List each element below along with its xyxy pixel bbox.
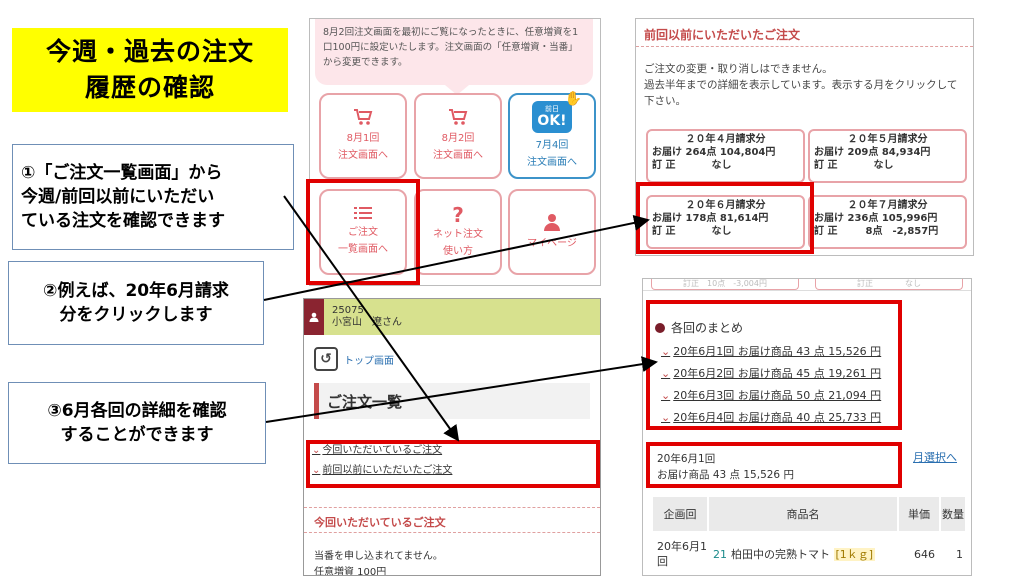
- highlight-june-card: [636, 182, 814, 254]
- tile-label: 7月4回: [535, 140, 569, 151]
- badge-big-text: OK!: [537, 113, 567, 129]
- month-title: ２０年５月請求分: [847, 134, 928, 145]
- back-row: ↺ トップ画面: [304, 335, 600, 371]
- investment-status: 任意増資 100円: [314, 567, 387, 576]
- top-page-link[interactable]: トップ画面: [344, 352, 394, 367]
- avatar: [304, 299, 324, 335]
- highlight-selected-round: [646, 442, 902, 488]
- month-title: ２０年７月請求分: [847, 200, 928, 211]
- step2-line1: ②例えば、20年6月請求: [43, 281, 229, 301]
- cart-icon: [354, 109, 373, 125]
- corr-value: なし: [711, 160, 732, 171]
- month-correction: 訂 正 なし: [652, 159, 799, 172]
- table-header-row: 企画回 商品名 単価 数量: [651, 495, 967, 533]
- month-card-may[interactable]: ２０年５月請求分 お届け 209点 84,934円 訂 正 なし: [808, 129, 967, 183]
- cell-qty: 1: [939, 531, 967, 575]
- step1-line3: ている注文を確認できます: [21, 211, 225, 231]
- cell-price: 646: [897, 531, 941, 575]
- tile-label: 注文画面へ: [338, 150, 388, 161]
- corr-label: 訂 正: [814, 160, 838, 171]
- tutorial-title: 今週・過去の注文 履歴の確認: [12, 28, 288, 112]
- back-icon[interactable]: ↺: [314, 347, 338, 371]
- month-card-jul[interactable]: ２０年７月請求分 お届け 236点 105,996円 訂 正 8点 -2,857円: [808, 195, 967, 249]
- tile-label: ネット注文: [433, 229, 483, 240]
- month-title: ２０年４月請求分: [685, 134, 766, 145]
- cart-icon: [449, 109, 468, 125]
- highlight-round-summary: [646, 300, 902, 430]
- order-list-heading: ご注文一覧: [314, 383, 590, 419]
- notice-bubble: 8月2回注文画面を最初にご覧になったときに、任意増資を1口100円に設定いたしま…: [315, 19, 593, 95]
- highlight-order-links: [306, 440, 600, 488]
- col-header: 商品名: [707, 495, 899, 533]
- tile-label: 使い方: [443, 246, 473, 257]
- order-list-panel: 25075 小宮山 遼さん ↺ トップ画面 ご注文一覧 ⌄ 今回いただいているご注…: [303, 298, 601, 576]
- user-info: 25075 小宮山 遼さん: [324, 305, 402, 329]
- stub-card: 訂正 なし: [815, 279, 963, 290]
- corr-label: 訂 正: [814, 226, 838, 237]
- ok-badge-icon: 前日 OK! ✋: [532, 91, 582, 133]
- tile-order-aug-1[interactable]: 8月1回 注文画面へ: [319, 93, 407, 179]
- user-bar: 25075 小宮山 遼さん: [304, 299, 600, 335]
- previous-cards-stub: 訂正 10点 -3,004円 訂正 なし: [643, 279, 971, 291]
- tile-label: 注文画面へ: [433, 150, 483, 161]
- tutorial-title-line1: 今週・過去の注文: [45, 37, 254, 66]
- user-name: 小宮山 遼さん: [332, 317, 402, 328]
- step1-line1: ①「ご注文一覧画面」から: [21, 163, 223, 183]
- tile-order-aug-2[interactable]: 8月2回 注文画面へ: [414, 93, 502, 179]
- product-unit: [1ｋｇ]: [833, 548, 876, 561]
- highlight-order-list-tile: [306, 179, 420, 285]
- tile-label: マイページ: [527, 237, 577, 249]
- product-name: 柏田中の完熟トマト: [731, 548, 830, 561]
- step1-callout: ①「ご注文一覧画面」から 今週/前回以前にいただい ている注文を確認できます: [12, 144, 294, 250]
- stub-card: 訂正 10点 -3,004円: [651, 279, 799, 290]
- month-delivery: お届け 236点 105,996円: [814, 213, 938, 224]
- month-card-apr[interactable]: ２０年４月請求分 お届け 264点 104,804円 訂 正 なし: [646, 129, 805, 183]
- corr-value: 8点 -2,857円: [865, 226, 939, 237]
- product-code: 21: [713, 548, 727, 561]
- step2-line2: 分をクリックします: [59, 305, 213, 325]
- tutorial-title-line2: 履歴の確認: [84, 73, 215, 102]
- step3-line1: ③6月各回の詳細を確認: [47, 401, 227, 421]
- table-row: 20年6月1回 21 柏田中の完熟トマト [1ｋｇ] 646 1: [651, 531, 967, 575]
- hand-icon: ✋: [564, 91, 582, 107]
- tile-my-page[interactable]: マイページ: [508, 189, 596, 275]
- col-header: 単価: [897, 495, 941, 533]
- month-correction: 訂 正 8点 -2,857円: [814, 225, 961, 238]
- past-orders-note: ご注文の変更・取り消しはできません。 過去半年までの詳細を表示しています。表示す…: [636, 47, 973, 109]
- question-icon: ?: [452, 203, 464, 227]
- order-items-table: 企画回 商品名 単価 数量 20年6月1回 21 柏田中の完熟トマト [1ｋｇ] …: [651, 495, 967, 575]
- col-header: 企画回: [651, 495, 709, 533]
- note-line: 過去半年までの詳細を表示しています。表示する月をクリックして下さい。: [644, 79, 958, 107]
- step3-line2: することができます: [60, 425, 214, 445]
- month-delivery: お届け 209点 84,934円: [814, 147, 931, 158]
- step1-line2: 今週/前回以前にいただい: [21, 187, 215, 207]
- tile-label: 8月1回: [346, 133, 380, 144]
- order-status: 当番を申し込まれてません。 任意増資 100円: [314, 549, 443, 576]
- tile-net-order-guide[interactable]: ? ネット注文 使い方: [414, 189, 502, 275]
- person-icon: [309, 312, 319, 322]
- current-orders-section-head: 今回いただいているご注文: [304, 507, 600, 533]
- step3-callout: ③6月各回の詳細を確認 することができます: [8, 382, 266, 464]
- user-id: 25075: [332, 305, 364, 316]
- col-header: 数量: [939, 495, 967, 533]
- month-select-link[interactable]: 月選択へ: [913, 449, 957, 465]
- tile-label: 注文画面へ: [527, 157, 577, 168]
- person-icon: [544, 213, 560, 231]
- corr-value: なし: [873, 160, 894, 171]
- step2-callout: ②例えば、20年6月請求 分をクリックします: [8, 261, 264, 345]
- tile-label: 8月2回: [441, 133, 475, 144]
- month-delivery: お届け 264点 104,804円: [652, 147, 776, 158]
- corr-label: 訂 正: [652, 160, 676, 171]
- past-orders-heading: 前回以前にいただいたご注文: [636, 19, 973, 47]
- note-line: ご注文の変更・取り消しはできません。: [644, 63, 833, 75]
- cell-round: 20年6月1回: [651, 531, 709, 575]
- duty-status: 当番を申し込まれてません。: [314, 551, 443, 562]
- month-correction: 訂 正 なし: [814, 159, 961, 172]
- cell-product: 21 柏田中の完熟トマト [1ｋｇ]: [707, 531, 899, 575]
- tile-order-jul-4[interactable]: 前日 OK! ✋ 7月4回 注文画面へ: [508, 91, 596, 179]
